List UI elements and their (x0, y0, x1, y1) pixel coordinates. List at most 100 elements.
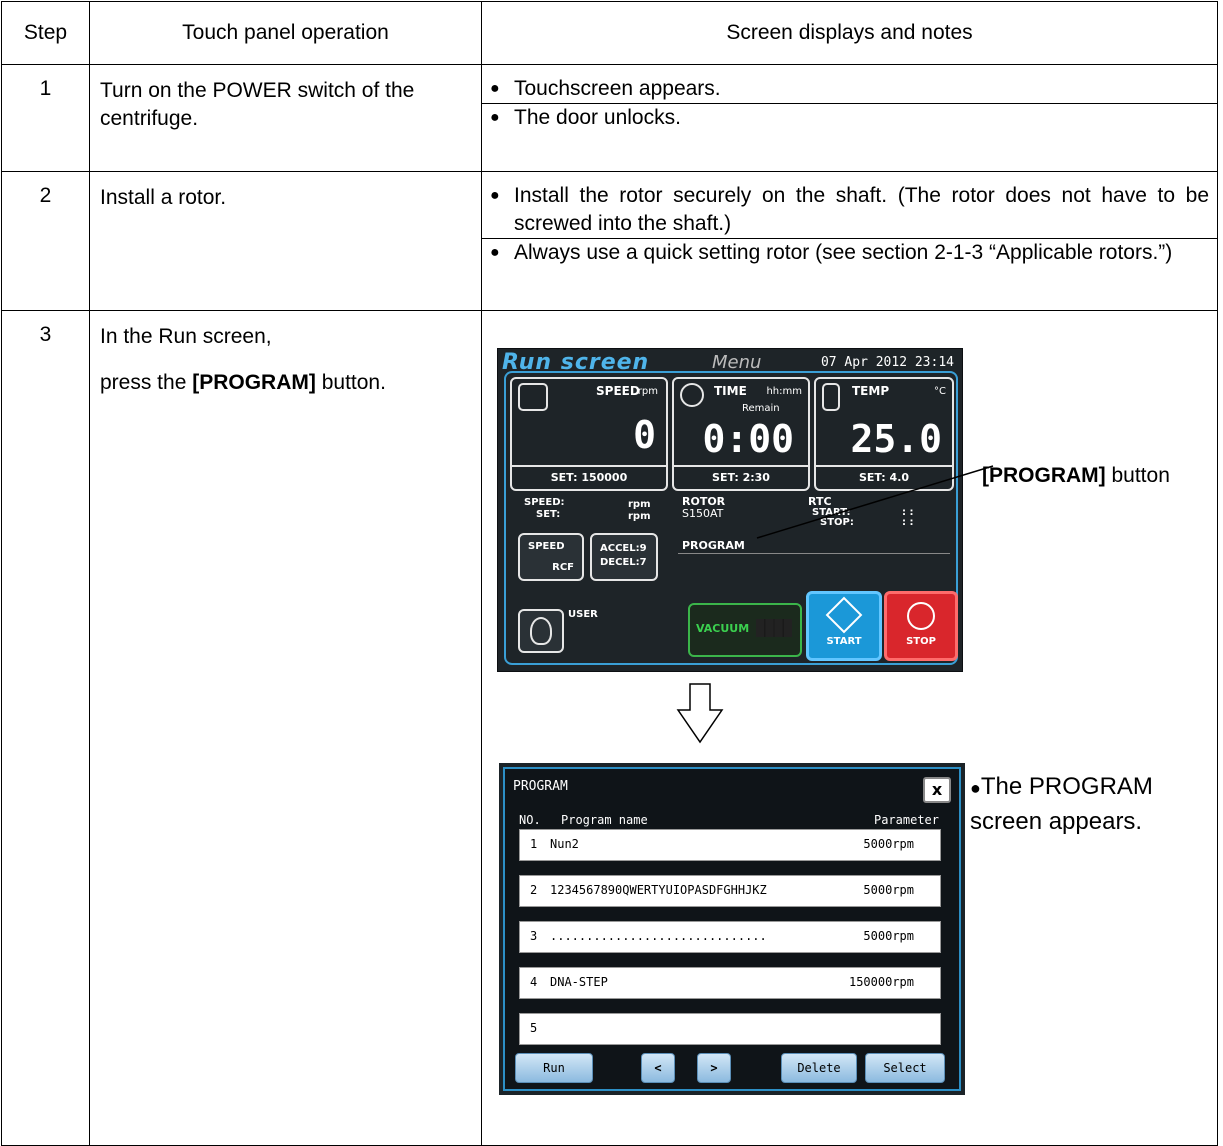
next-page-button[interactable]: > (697, 1053, 731, 1083)
speed-info-label: SPEED: (524, 497, 565, 508)
run-button[interactable]: Run (515, 1053, 593, 1083)
program-param: 150000rpm (848, 975, 914, 989)
select-button[interactable]: Select (865, 1053, 945, 1083)
note-item: ● Always use a quick setting rotor (see … (482, 238, 1217, 267)
program-name: DNA-STEP (550, 975, 608, 989)
close-icon[interactable]: x (923, 777, 951, 803)
decel-value: DECEL:7 (600, 557, 647, 568)
callout-leader-line (756, 465, 994, 539)
set-info-label: SET: (536, 509, 561, 520)
bullet-icon: ● (490, 109, 500, 126)
stop-icon (907, 602, 935, 630)
program-no: 2 (530, 883, 538, 897)
program-name: 1234567890QWERTYUIOPASDFGHHJKZ (550, 883, 767, 897)
program-no: 5 (530, 1021, 538, 1035)
stop-button[interactable]: STOP (884, 591, 958, 661)
col-no: NO. (519, 813, 541, 827)
prev-page-button[interactable]: < (641, 1053, 675, 1083)
program-no: 1 (530, 837, 538, 851)
time-unit: hh:mm (766, 386, 802, 397)
header-step: Step (1, 1, 90, 65)
accel-decel-button[interactable]: ACCEL:9 DECEL:7 (590, 533, 658, 581)
start-button[interactable]: START (806, 591, 882, 661)
run-screen-tab: Run screen (502, 350, 650, 375)
time-value: 0:00 (702, 417, 794, 461)
program-row[interactable]: 3 .............................. 5000rpm (519, 921, 941, 953)
header-operation: Touch panel operation (89, 1, 482, 65)
notes-cell: ● Install the rotor securely on the shaf… (481, 171, 1218, 311)
note-item: ● Install the rotor securely on the shaf… (490, 182, 1209, 238)
operation-prefix: press the (100, 371, 193, 394)
program-screen-title: PROGRAM (513, 779, 568, 794)
time-remain-label: Remain (742, 403, 780, 414)
start-icon (825, 596, 863, 634)
table-row: 1 Turn on the POWER switch of the centri… (1, 64, 1218, 172)
speed-title: SPEED (596, 384, 640, 398)
speed-value: 0 (633, 413, 656, 457)
step-number: 1 (1, 64, 90, 172)
time-title: TIME (714, 384, 747, 398)
bullet-icon: ● (490, 244, 500, 261)
program-row[interactable]: 4 DNA-STEP 150000rpm (519, 967, 941, 999)
user-button[interactable] (518, 609, 564, 653)
operation-text: Install a rotor. (89, 171, 482, 311)
program-row[interactable]: 1 Nun2 5000rpm (519, 829, 941, 861)
program-param: 5000rpm (863, 837, 914, 851)
user-label: USER (568, 609, 598, 620)
operation-text: In the Run screen, press the [PROGRAM] b… (89, 310, 482, 1146)
note-item: ● Touchscreen appears. (490, 75, 1209, 103)
speed-set: SET: 150000 (512, 465, 666, 489)
program-row[interactable]: 5 (519, 1013, 941, 1045)
program-button-callout: [PROGRAM] button (982, 464, 1170, 488)
note-text: The PROGRAM screen appears. (970, 773, 1153, 835)
bullet-icon: ● (490, 80, 500, 97)
note-text: Always use a quick setting rotor (see se… (514, 241, 1173, 264)
notes-cell: ● Touchscreen appears. ● The door unlock… (481, 64, 1218, 172)
bullet-icon: ● (490, 187, 500, 204)
program-row[interactable]: 2 1234567890QWERTYUIOPASDFGHHJKZ 5000rpm (519, 875, 941, 907)
operation-line: In the Run screen, (100, 325, 272, 348)
speed-rcf-top: SPEED (528, 541, 565, 552)
callout-bold: [PROGRAM] (982, 464, 1106, 487)
bullet-icon: ● (970, 778, 981, 798)
delete-button[interactable]: Delete (781, 1053, 857, 1083)
note-item: ● The door unlocks. (482, 103, 1217, 132)
speed-panel[interactable]: SPEED rpm 0 SET: 150000 (510, 377, 668, 491)
operation-text: Turn on the POWER switch of the centrifu… (89, 64, 482, 172)
rpm-unit: rpm (628, 499, 651, 510)
program-param: 5000rpm (863, 929, 914, 943)
note-text: Touchscreen appears. (514, 77, 721, 100)
col-program-name: Program name (561, 813, 648, 827)
program-button[interactable]: PROGRAM (682, 539, 745, 552)
menu-tab[interactable]: Menu (712, 353, 761, 373)
clock: 07 Apr 2012 23:14 (820, 355, 954, 370)
stop-label: STOP (906, 636, 936, 647)
temp-unit: °C (934, 386, 946, 397)
step-number: 2 (1, 171, 90, 311)
program-divider (678, 553, 950, 554)
vacuum-label: VACUUM (696, 622, 750, 635)
header-notes: Screen displays and notes (481, 1, 1218, 65)
table-row: 2 Install a rotor. ● Install the rotor s… (1, 171, 1218, 311)
rpm-unit: rpm (628, 511, 651, 522)
program-param: 5000rpm (863, 883, 914, 897)
speed-rcf-button[interactable]: SPEED RCF (518, 533, 584, 581)
clock-icon (680, 383, 704, 407)
speed-unit: rpm (637, 386, 658, 397)
program-no: 4 (530, 975, 538, 989)
rotor-value: S150AT (682, 507, 724, 520)
vacuum-level-icon (756, 619, 792, 637)
note-text: Install the rotor securely on the shaft.… (514, 184, 1209, 235)
program-button-ref: [PROGRAM] (192, 371, 316, 394)
temp-title: TEMP (852, 384, 890, 398)
note-text: The door unlocks. (514, 106, 681, 129)
rotation-icon (518, 383, 548, 411)
temp-value: 25.0 (850, 417, 942, 461)
accel-value: ACCEL:9 (600, 543, 647, 554)
start-label: START (826, 636, 862, 647)
speed-rcf-bottom: RCF (552, 562, 574, 573)
program-name: .............................. (550, 929, 767, 943)
col-parameter: Parameter (873, 813, 939, 827)
callout-rest: button (1105, 464, 1170, 487)
program-name: Nun2 (550, 837, 579, 851)
